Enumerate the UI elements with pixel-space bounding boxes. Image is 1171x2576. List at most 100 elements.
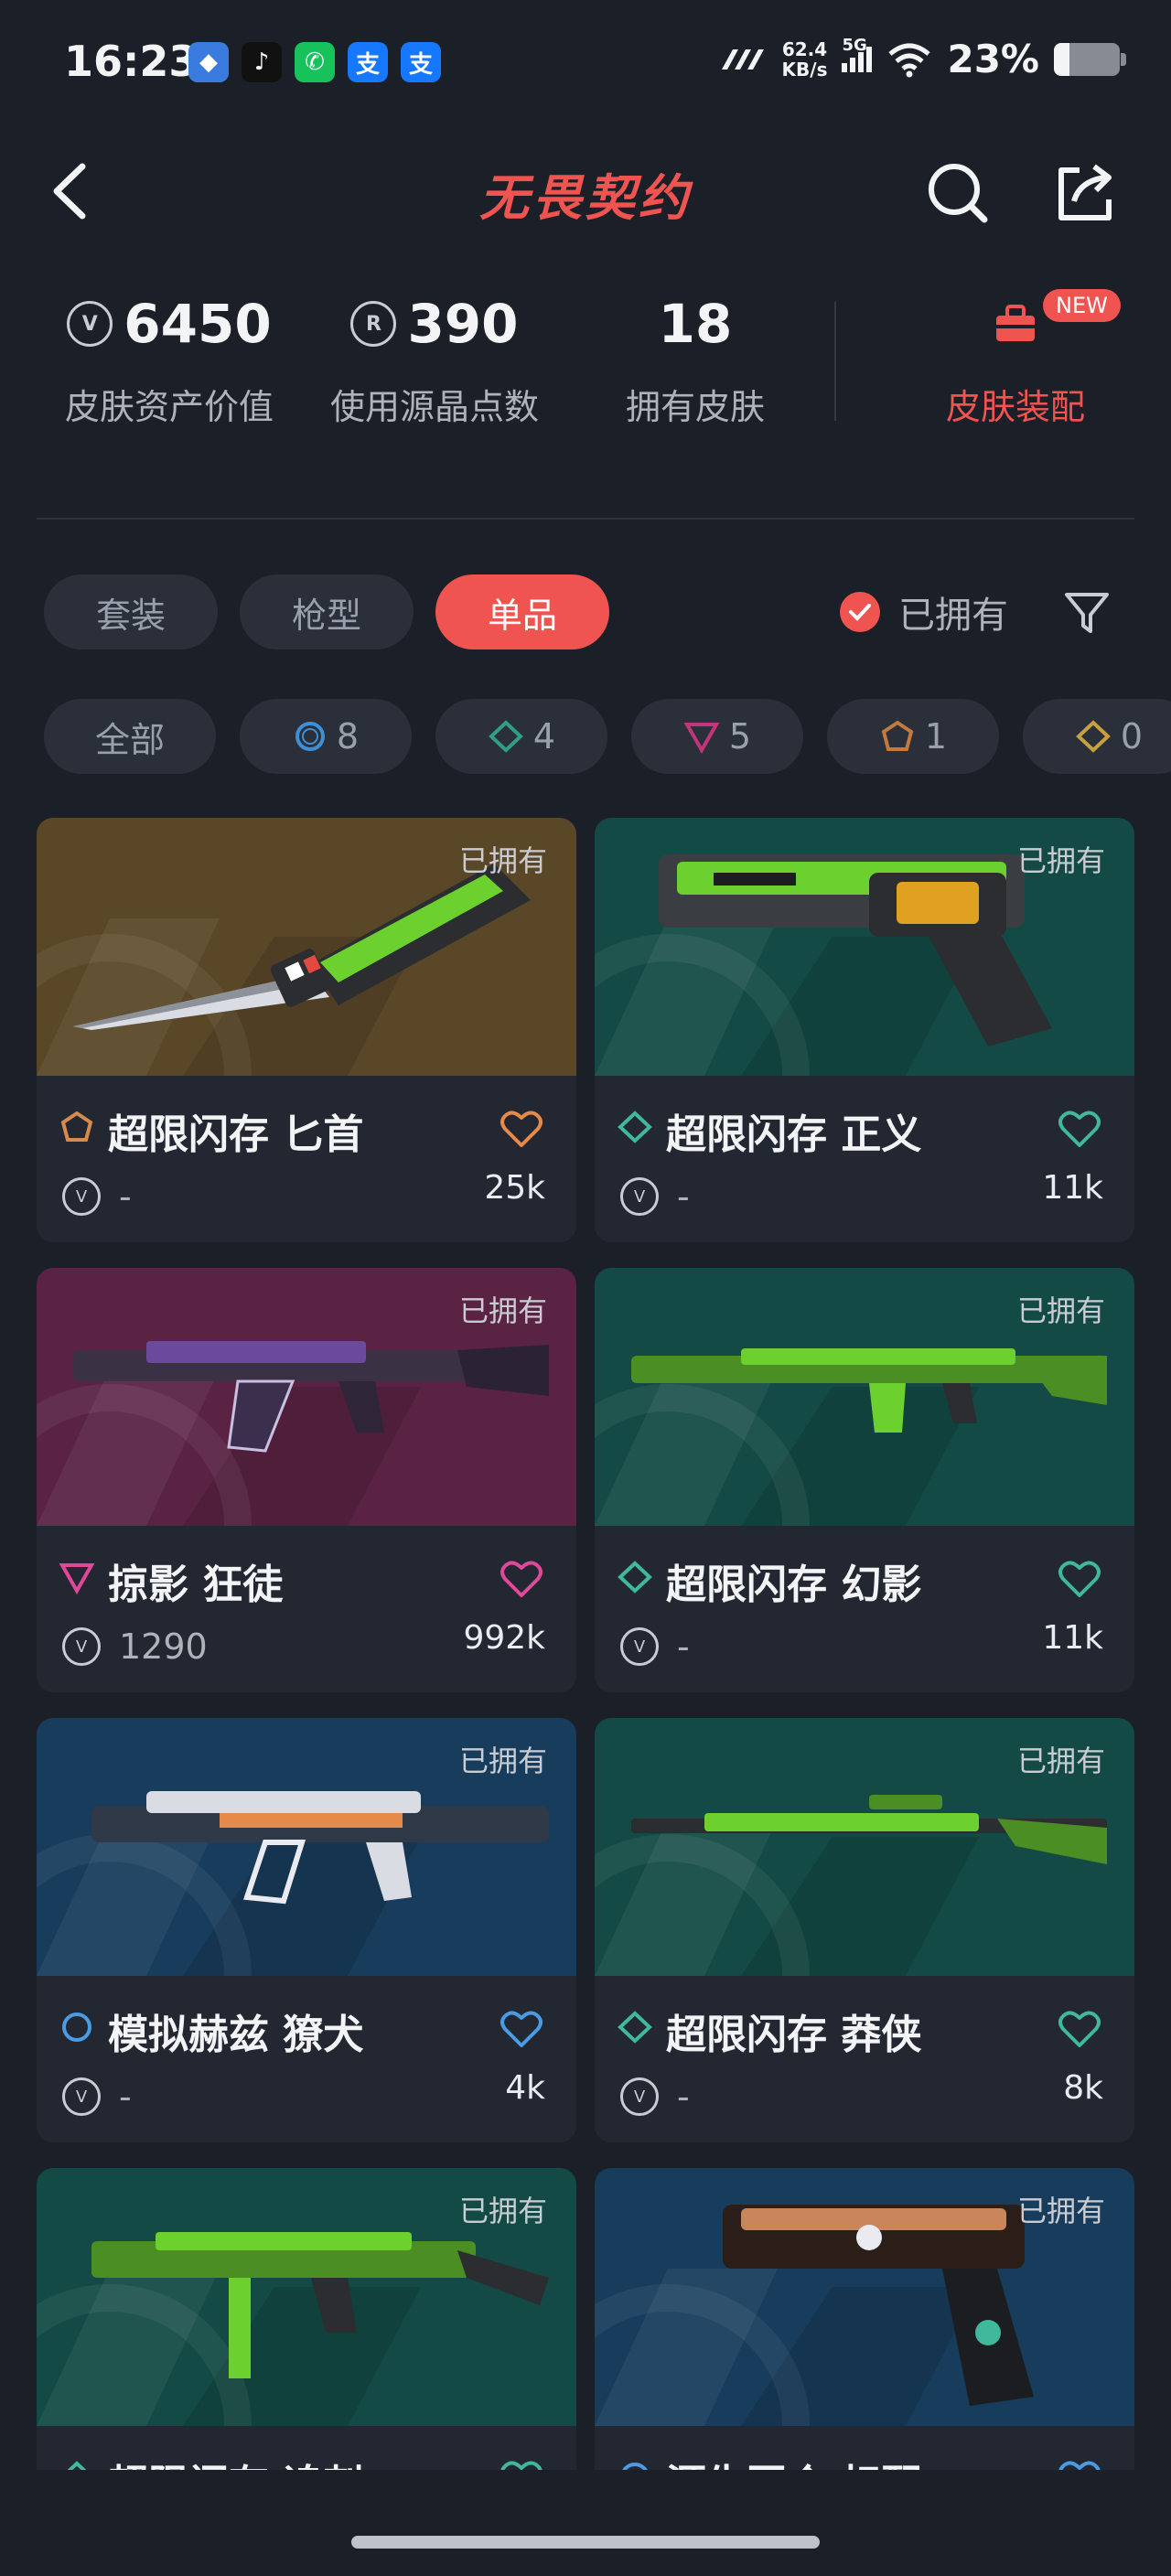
skin-loadout-button[interactable]: 皮肤装配 NEW — [887, 289, 1144, 429]
filter-icon[interactable] — [1061, 587, 1112, 639]
skin-card[interactable]: 已拥有源生回合 标配V — [595, 2168, 1134, 2470]
tier-icon — [617, 1558, 653, 1605]
vp-coin-icon: V — [62, 1627, 101, 1666]
owned-label: 已拥有 — [1016, 1744, 1105, 1778]
skin-card[interactable]: 已拥有 超限闪存 匕首 V - 25k — [37, 818, 576, 1242]
stat-owned-skins: 18 拥有皮肤 — [625, 293, 765, 427]
like-heart-icon[interactable] — [1058, 1559, 1101, 1599]
premium-tier-icon — [683, 723, 720, 754]
chip-select-tier[interactable]: 8 — [240, 699, 412, 774]
vp-coin-icon: V — [62, 2077, 101, 2116]
notification-icons: ◆ ♪ ✆ 支 支 — [188, 42, 441, 82]
stat-asset-value: V 6450 皮肤资产价值 — [64, 293, 274, 427]
tier-icon — [59, 2008, 95, 2055]
skin-card[interactable]: 已拥有模拟赫兹 獠犬 V - 4k — [37, 1718, 576, 2142]
search-icon[interactable] — [924, 159, 992, 227]
skin-name: 超限闪存 追刺 — [59, 2452, 363, 2470]
like-heart-icon[interactable] — [500, 2459, 543, 2470]
tier-icon — [59, 2458, 95, 2470]
tab-bundles[interactable]: 套装 — [44, 574, 218, 649]
skin-card[interactable]: 已拥有掠影 狂徒 V 1290 992k — [37, 1268, 576, 1692]
skin-name: 掠影 狂徒 — [59, 1551, 283, 1610]
skin-price: V- — [620, 1626, 690, 1667]
vp-coin-icon: V — [620, 1177, 659, 1216]
net-speed: 62.4 KB/s — [781, 38, 828, 80]
tier-icon — [59, 1108, 95, 1154]
skin-price: V- — [620, 2077, 690, 2117]
alipay-icon: 支 — [348, 42, 388, 82]
like-count: 4k — [505, 2069, 545, 2107]
skin-card[interactable]: 已拥有超限闪存 追刺V — [37, 2168, 576, 2470]
section-divider — [37, 518, 1134, 520]
select-tier-icon — [295, 722, 325, 751]
chip-ultra-tier[interactable]: 0 — [1023, 699, 1171, 774]
skin-name: 超限闪存 幻影 — [617, 1551, 921, 1610]
app-notification-icon: ◆ — [188, 42, 229, 82]
wifi-icon — [888, 43, 931, 77]
skin-card[interactable]: 已拥有超限闪存 莽侠 V - 8k — [595, 1718, 1134, 2142]
category-tabs: 套装 枪型 单品 — [44, 574, 609, 649]
vp-coin-icon: V — [67, 301, 113, 347]
carrier-icon — [721, 48, 764, 70]
owned-filter-toggle[interactable]: 已拥有 — [840, 585, 1008, 639]
like-heart-icon[interactable] — [500, 1109, 543, 1149]
page-title: 无畏契约 — [479, 169, 692, 227]
skin-price: V- — [62, 2077, 132, 2117]
like-heart-icon[interactable] — [1058, 2459, 1101, 2470]
like-heart-icon[interactable] — [1058, 1109, 1101, 1149]
owned-label: 已拥有 — [458, 1293, 547, 1328]
skin-price: V 1290 — [62, 1626, 208, 1667]
owned-label: 已拥有 — [458, 1744, 547, 1778]
like-count: 992k — [463, 1619, 545, 1657]
new-badge: NEW — [1043, 289, 1121, 322]
tier-icon — [617, 2008, 653, 2055]
like-count: 11k — [1042, 1619, 1103, 1657]
owned-label: 已拥有 — [458, 2194, 547, 2228]
vp-coin-icon: V — [620, 2077, 659, 2116]
skin-name: 超限闪存 匕首 — [59, 1101, 363, 1160]
chip-deluxe-tier[interactable]: 4 — [435, 699, 607, 774]
vp-coin-icon: V — [62, 1177, 101, 1216]
asset-stats: V 6450 皮肤资产价值 R 390 使用源晶点数 18 拥有皮肤 皮肤装配 NE… — [37, 289, 1134, 457]
vp-coin-icon: V — [620, 1627, 659, 1666]
tier-icon — [617, 1108, 653, 1154]
chip-premium-tier[interactable]: 5 — [631, 699, 803, 774]
like-count: 8k — [1063, 2069, 1103, 2107]
exclusive-tier-icon — [881, 720, 914, 751]
skin-name: 模拟赫兹 獠犬 — [59, 2002, 363, 2060]
share-icon[interactable] — [1052, 159, 1120, 227]
tier-icon — [59, 1558, 95, 1605]
deluxe-tier-icon — [488, 720, 523, 753]
battery-percent: 23% — [947, 37, 1039, 81]
ultra-tier-icon — [1075, 720, 1111, 753]
stats-divider — [834, 302, 836, 421]
skin-name: 超限闪存 莽侠 — [617, 2002, 921, 2060]
tier-icon — [617, 2458, 653, 2470]
battery-icon — [1054, 42, 1126, 76]
skin-price: V- — [62, 1176, 132, 1217]
skin-grid: 已拥有 超限闪存 匕首 V -25k 已拥有 超限闪存 正义 V -11k 已拥有 掠影 狂徒 V 1… — [37, 818, 1134, 2470]
owned-label: 已拥有 — [458, 843, 547, 878]
home-indicator — [351, 2536, 820, 2549]
like-heart-icon[interactable] — [1058, 2009, 1101, 2049]
chip-exclusive-tier[interactable]: 1 — [827, 699, 999, 774]
owned-label: 已拥有 — [1016, 2194, 1105, 2228]
tab-weapon-type[interactable]: 枪型 — [240, 574, 414, 649]
like-heart-icon[interactable] — [500, 2009, 543, 2049]
system-indicators: 62.4 KB/s 5G 23% — [720, 36, 1126, 81]
owned-filter-label: 已拥有 — [898, 595, 1008, 637]
skin-card[interactable]: 已拥有 超限闪存 正义 V - 11k — [595, 818, 1134, 1242]
skin-name: 源生回合 标配 — [617, 2452, 921, 2470]
skin-price: V- — [620, 1176, 690, 1217]
skin-card[interactable]: 已拥有超限闪存 幻影 V - 11k — [595, 1268, 1134, 1692]
tiktok-icon: ♪ — [242, 42, 282, 82]
owned-label: 已拥有 — [1016, 1293, 1105, 1328]
owned-label: 已拥有 — [1016, 843, 1105, 878]
radianite-icon: R — [350, 301, 397, 347]
clock: 16:23 — [64, 37, 199, 86]
like-heart-icon[interactable] — [500, 1559, 543, 1599]
chip-all[interactable]: 全部 — [44, 699, 216, 774]
skin-name: 超限闪存 正义 — [617, 1101, 921, 1160]
rarity-chips: 全部 8 4 5 1 0 — [44, 699, 1171, 774]
tab-single-items[interactable]: 单品 — [435, 574, 609, 649]
